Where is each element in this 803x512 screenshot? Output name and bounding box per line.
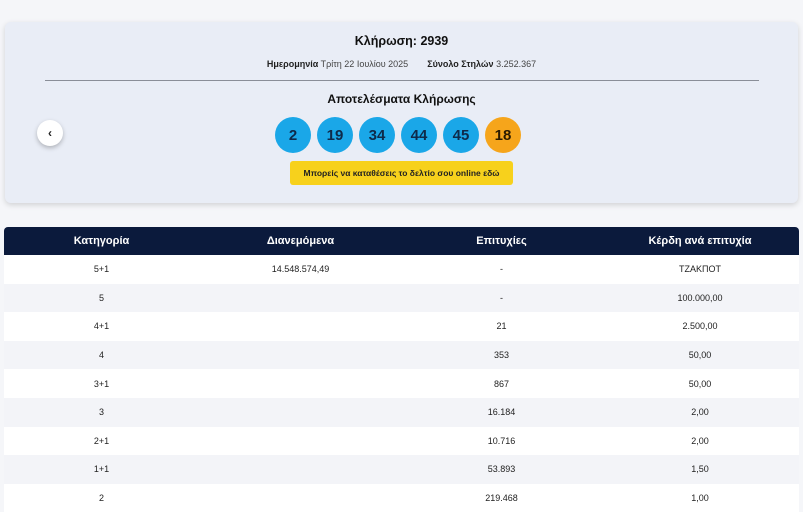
table-row: 4+1 21 2.500,00 — [4, 312, 799, 341]
chevron-left-icon: ‹ — [48, 126, 52, 140]
columns-label: Σύνολο Στηλών — [427, 59, 494, 69]
draw-title: Κλήρωση: 2939 — [354, 34, 449, 48]
table-body: 5+1 14.548.574,49 - ΤΖΑΚΠΟΤ 5 - 100.000,00 4+1 2… — [4, 255, 799, 512]
number-ball: 34 — [359, 117, 395, 153]
cell-winners: - — [500, 264, 503, 275]
table-row: 1+1 53.893 1,50 — [4, 455, 799, 484]
cell-prize: 100.000,00 — [677, 292, 723, 303]
table-row: 3 16.184 2,00 — [4, 397, 799, 427]
cell-category: 3 — [98, 407, 104, 418]
cell-category: 3+1 — [93, 378, 110, 389]
cell-winners: 10.716 — [487, 435, 516, 446]
table-row: 2 219.468 1,00 — [4, 483, 799, 512]
cell-winners: 867 — [493, 378, 510, 389]
table-row: 5+1 14.548.574,49 - ΤΖΑΚΠΟΤ — [4, 255, 799, 284]
cell-prize: ΤΖΑΚΠΟΤ — [679, 264, 721, 275]
previous-draw-button[interactable]: ‹ — [37, 120, 63, 146]
cell-winners: 16.184 — [487, 407, 516, 418]
table-row: 3+1 867 50,00 — [4, 369, 799, 398]
header-prize: Κέρδη ανά επιτυχία — [648, 235, 752, 247]
cell-winners: 353 — [493, 350, 510, 361]
cell-distributed: 14.548.574,49 — [271, 264, 330, 275]
header-category: Κατηγορία — [73, 235, 130, 247]
cell-prize: 2.500,00 — [682, 321, 718, 332]
divider — [45, 80, 759, 81]
columns-value: 3.252.367 — [496, 59, 537, 69]
cell-winners: 219.468 — [485, 493, 518, 504]
bonus-ball: 18 — [485, 117, 521, 153]
cell-category: 2 — [98, 493, 104, 504]
cell-winners: - — [500, 292, 503, 303]
play-online-button[interactable]: Μπορείς να καταθέσεις το δελτίο σου onli… — [290, 161, 513, 185]
cell-winners: 21 — [496, 321, 507, 332]
number-ball: 44 — [401, 117, 437, 153]
cell-category: 4 — [98, 350, 104, 361]
table-row: 5 - 100.000,00 — [4, 283, 799, 313]
prize-table: Κατηγορία Διανεμόμενα Επιτυχίες Κέρδη αν… — [4, 227, 799, 512]
draw-results-card: Κλήρωση: 2939 Ημερομηνία Τρίτη 22 Ιουλίο… — [5, 22, 798, 203]
cell-prize: 50,00 — [688, 378, 712, 389]
number-ball: 45 — [443, 117, 479, 153]
results-title: Αποτελέσματα Κλήρωσης — [327, 92, 476, 106]
cell-category: 2+1 — [93, 435, 110, 446]
table-header: Κατηγορία Διανεμόμενα Επιτυχίες Κέρδη αν… — [4, 227, 799, 255]
cell-prize: 2,00 — [691, 435, 709, 446]
number-ball: 19 — [317, 117, 353, 153]
cell-category: 4+1 — [93, 321, 110, 332]
table-row: 2+1 10.716 2,00 — [4, 426, 799, 456]
date-value: Τρίτη 22 Ιουλίου 2025 — [320, 59, 409, 69]
cell-category: 1+1 — [93, 464, 110, 475]
winning-numbers: 2 19 34 44 45 18 — [275, 117, 521, 153]
cell-winners: 53.893 — [487, 464, 516, 475]
cell-prize: 1,50 — [691, 464, 709, 475]
cell-category: 5+1 — [93, 264, 110, 275]
cell-prize: 50,00 — [688, 350, 712, 361]
number-ball: 2 — [275, 117, 311, 153]
cell-prize: 1,00 — [691, 493, 709, 504]
header-distributed: Διανεμόμενα — [266, 235, 335, 247]
header-winners: Επιτυχίες — [476, 235, 527, 247]
draw-meta: Ημερομηνία Τρίτη 22 Ιουλίου 2025 Σύνολο … — [5, 59, 798, 69]
table-row: 4 353 50,00 — [4, 340, 799, 370]
date-label: Ημερομηνία — [266, 59, 319, 69]
cell-category: 5 — [98, 292, 104, 303]
cell-prize: 2,00 — [691, 407, 709, 418]
